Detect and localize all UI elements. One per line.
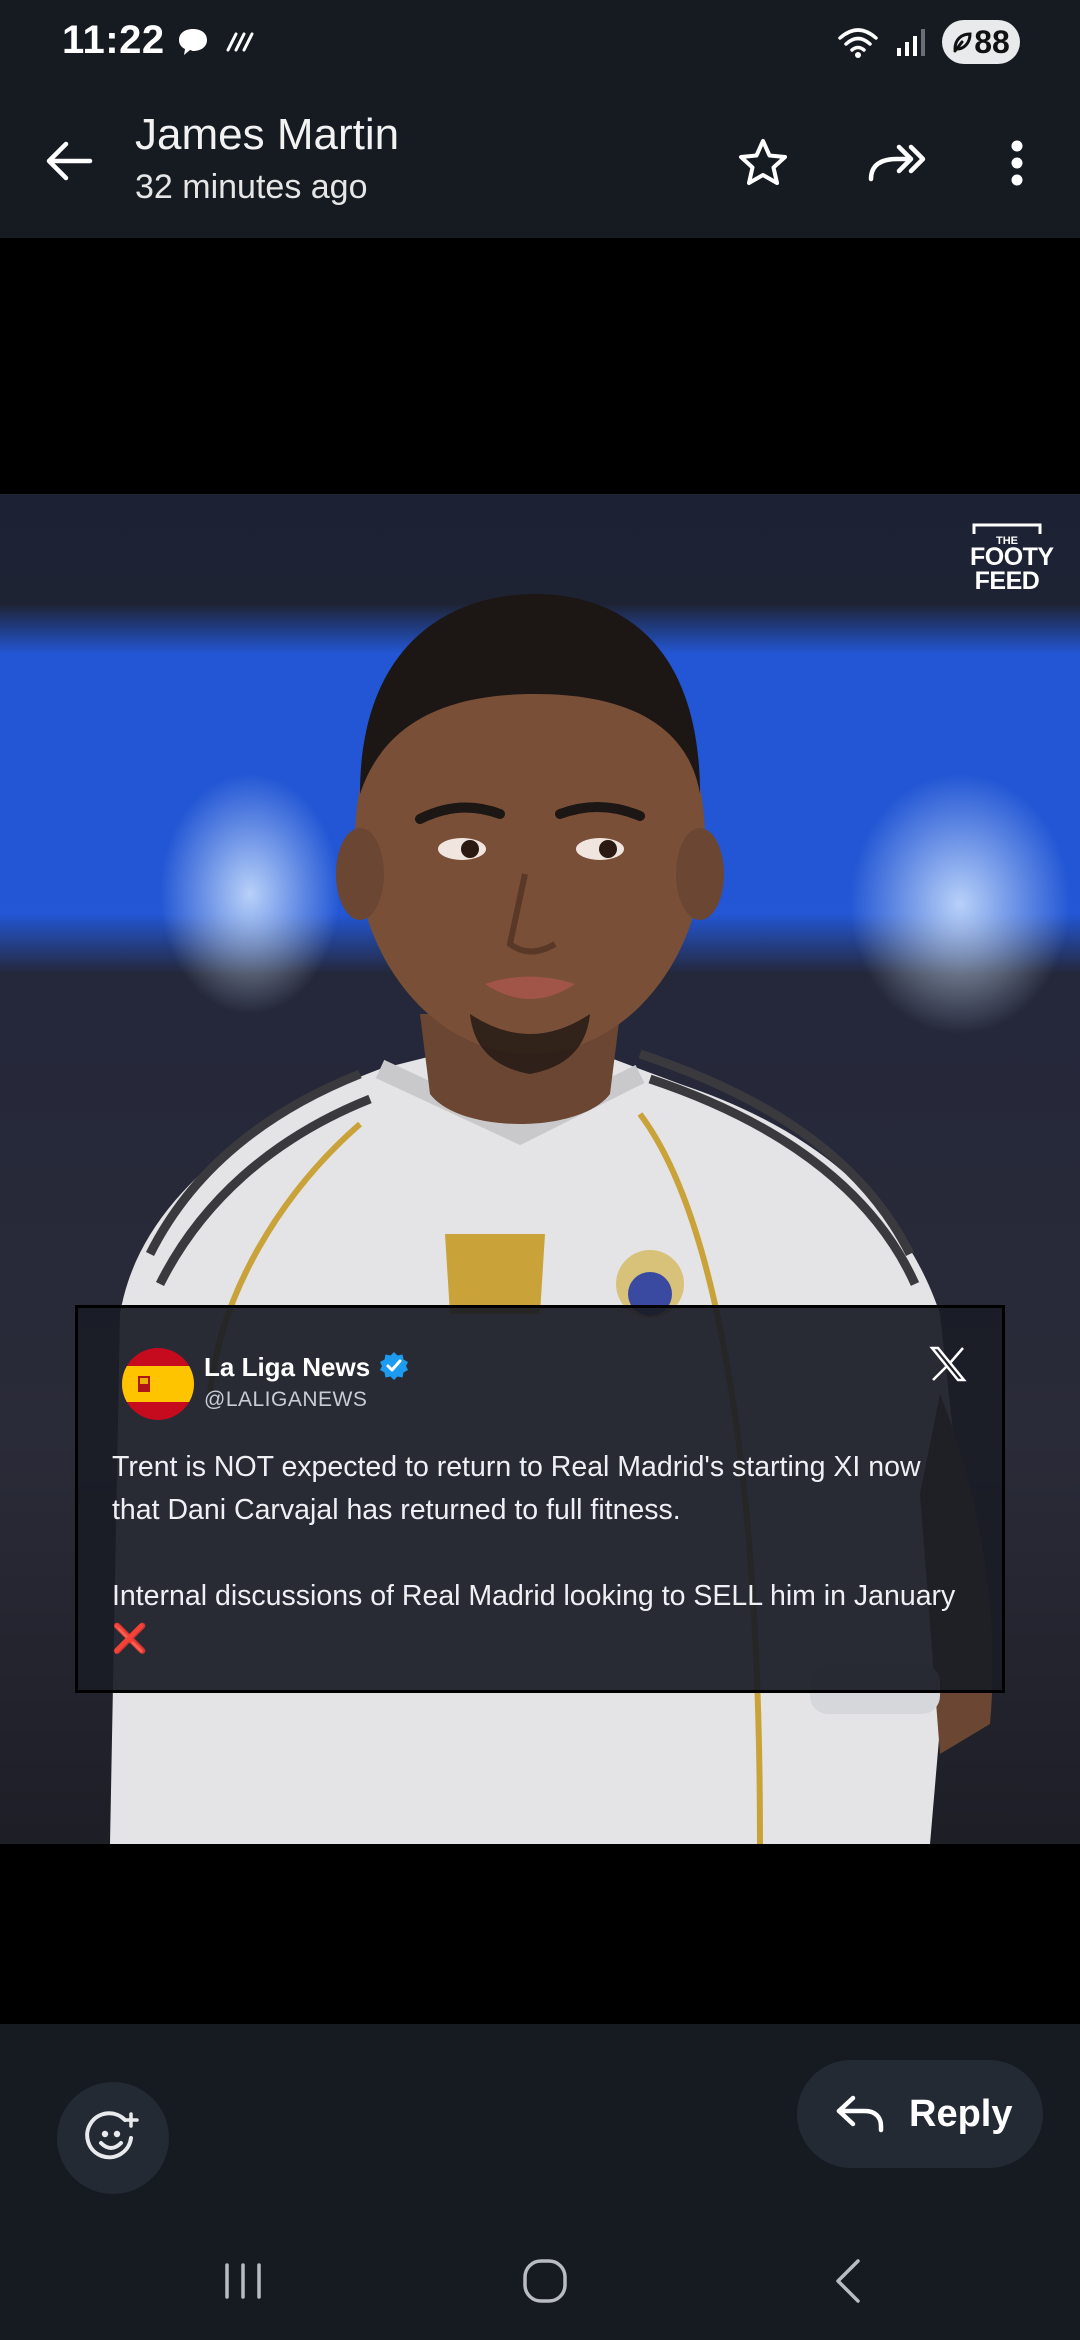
tweet-paragraph-1: Trent is NOT expected to return to Real … [112,1451,921,1526]
battery-indicator: 88 [942,20,1020,64]
tweet-body: Trent is NOT expected to return to Real … [112,1446,972,1661]
status-time: 11:22 [62,18,165,62]
tweet-paragraph-2: Internal discussions of Real Madrid look… [112,1575,972,1661]
arrow-left-icon [46,141,93,181]
message-header: James Martin 32 minutes ago [0,84,1080,238]
sender-name: James Martin [135,110,400,159]
star-icon [739,139,787,185]
cross-mark-emoji: ❌ [112,1623,148,1655]
tweet-author-name: La Liga News [204,1352,371,1382]
battery-saver-icon [953,32,972,53]
battery-level: 88 [974,23,1010,60]
logo-frame-icon [972,523,1042,534]
sent-time: 32 minutes ago [135,168,368,206]
status-notification-icons [176,26,258,58]
tweet-card: La Liga News @LALIGANEWS Trent is NOT ex… [75,1305,1005,1693]
home-icon [523,2259,567,2303]
forward-all-button[interactable] [863,128,933,198]
nfc-signal-icon [226,32,254,52]
verified-badge-icon [380,1352,408,1380]
star-button[interactable] [728,128,798,198]
more-vertical-icon [1011,140,1023,186]
more-options-button[interactable] [982,128,1052,198]
bottom-action-bar: Reply [0,2024,1080,2224]
recent-apps-icon [225,2263,261,2299]
reply-button[interactable]: Reply [797,2060,1043,2168]
cell-signal-icon [897,29,925,56]
system-back-button[interactable] [808,2246,888,2316]
recent-apps-button[interactable] [203,2246,283,2316]
forward-all-icon [868,144,926,182]
chevron-left-icon [836,2259,860,2303]
chat-bubble-icon [179,29,207,55]
tweet-author-handle: @LALIGANEWS [204,1388,368,1411]
reply-label: Reply [909,2092,1013,2135]
spain-flag-icon [122,1348,194,1420]
home-button[interactable] [505,2246,585,2316]
reply-arrow-icon [836,2095,884,2133]
add-reaction-button[interactable] [57,2082,169,2194]
wifi-icon [838,28,878,58]
logo-word: FEED [974,567,1040,596]
spain-flag-avatar [122,1348,194,1420]
status-system-icons: 88 [836,20,1020,64]
system-nav-bar [0,2224,1080,2340]
footy-feed-logo: THE FOOTY FEED [970,522,1054,596]
x-logo-icon [929,1346,967,1382]
back-button[interactable] [36,128,102,194]
tweet-paragraph-2-text: Internal discussions of Real Madrid look… [112,1580,956,1612]
status-bar: 11:22 88 [0,0,1080,84]
add-reaction-icon [85,2111,139,2160]
